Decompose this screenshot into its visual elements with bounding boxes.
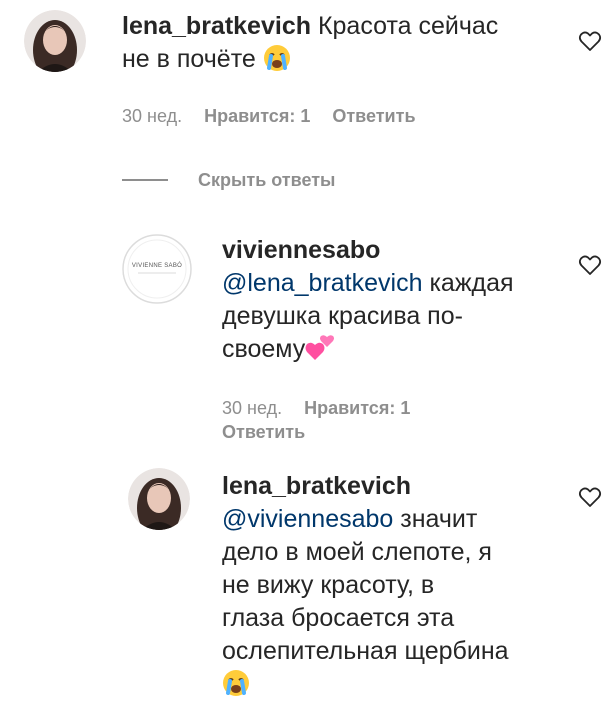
avatar[interactable] (24, 10, 86, 72)
comment-likes[interactable]: Нравится: 1 (204, 106, 310, 126)
comment-text-line2: не в почёте (122, 45, 263, 73)
reply-text-line4: глаза бросается эта (222, 604, 455, 632)
reply-likes[interactable]: Нравится: 1 (304, 398, 410, 418)
reply-text-line1: значит (393, 505, 478, 533)
reply-time: 30 нед. (222, 398, 283, 418)
two-hearts-emoji-icon (305, 334, 335, 371)
reply-text-line1: каждая (422, 269, 514, 297)
mention-link[interactable]: @viviennesabo (222, 505, 393, 533)
comment-text: lena_bratkevich Красота сейчас не в почё… (122, 10, 562, 81)
comment-username[interactable]: lena_bratkevich (122, 12, 311, 40)
reply-text: lena_bratkevich @viviennesabo значит дел… (222, 470, 562, 706)
heart-outline-icon[interactable] (578, 486, 602, 508)
reply-meta: 30 нед. Нравится: 1 Ответить (222, 396, 410, 444)
hide-replies-label: Скрыть ответы (198, 169, 336, 190)
reply-text-line5: ослепительная щербина (222, 637, 509, 665)
reply-button[interactable]: Ответить (332, 106, 415, 126)
comment-time: 30 нед. (122, 106, 183, 126)
divider (122, 179, 168, 181)
reply-username[interactable]: viviennesabo (222, 236, 380, 264)
heart-outline-icon[interactable] (578, 30, 602, 52)
crying-face-emoji-icon (222, 669, 250, 706)
crying-face-emoji-icon (263, 44, 291, 81)
heart-outline-icon[interactable] (578, 254, 602, 276)
reply-text: viviennesabo @lena_bratkevich каждая дев… (222, 234, 562, 371)
reply-text-line3: не вижу красоту, в (222, 571, 435, 599)
comment-meta: 30 нед. Нравится: 1 Ответить (122, 104, 416, 128)
reply: lena_bratkevich @viviennesabo значит дел… (0, 466, 610, 714)
reply-text-line3: своему (222, 335, 306, 363)
hide-replies-button[interactable]: Скрыть ответы (122, 167, 335, 193)
reply-button[interactable]: Ответить (222, 422, 305, 442)
avatar[interactable]: VIVIENNE SABÓ (122, 234, 192, 304)
mention-link[interactable]: @lena_bratkevich (222, 269, 423, 297)
avatar-logo-text: VIVIENNE SABÓ (131, 263, 183, 269)
reply: VIVIENNE SABÓ viviennesabo @lena_bratkev… (0, 230, 610, 450)
avatar[interactable] (128, 468, 190, 530)
comment-text-line1: Красота сейчас (311, 12, 499, 40)
reply-username[interactable]: lena_bratkevich (222, 472, 411, 500)
reply-text-line2: дело в моей слепоте, я (222, 538, 492, 566)
reply-text-line2: девушка красива по- (222, 302, 463, 330)
comment: lena_bratkevich Красота сейчас не в почё… (0, 0, 610, 140)
